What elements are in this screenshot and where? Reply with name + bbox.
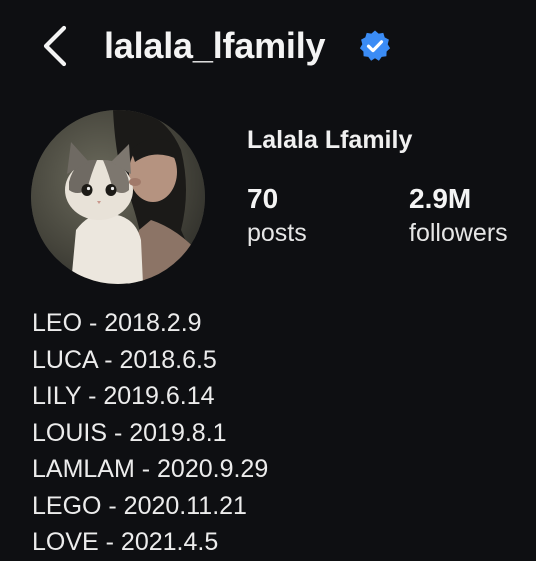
profile-avatar-photo xyxy=(31,110,205,284)
verified-badge-icon xyxy=(358,29,392,63)
username-title: lalala_lfamily xyxy=(104,25,326,66)
posts-label: posts xyxy=(247,219,307,247)
display-name: Lalala Lfamily xyxy=(247,126,413,154)
bio-line: LOVE - 2021.4.5 xyxy=(32,528,219,556)
bio: LEO - 2018.2.9 LUCA - 2018.6.5 LILY - 20… xyxy=(32,305,512,561)
bio-line: LEGO - 2020.11.21 xyxy=(32,491,247,520)
bio-line: LEO - 2018.2.9 xyxy=(32,309,202,337)
posts-stat[interactable]: 70 posts xyxy=(247,182,307,250)
chevron-left-icon xyxy=(43,25,67,67)
bio-line: LUCA - 2018.6.5 xyxy=(32,345,217,374)
profile-header: lalala_lfamily xyxy=(0,0,536,92)
posts-count: 70 xyxy=(247,183,279,214)
bio-line: LOUIS - 2019.8.1 xyxy=(32,418,227,447)
profile-avatar[interactable] xyxy=(31,110,205,284)
back-button[interactable] xyxy=(36,22,76,70)
followers-label: followers xyxy=(409,219,508,247)
bio-line: LAMLAM - 2020.9.29 xyxy=(32,455,269,483)
bio-line: LILY - 2019.6.14 xyxy=(32,382,215,410)
followers-count: 2.9M xyxy=(409,183,472,214)
followers-stat[interactable]: 2.9M followers xyxy=(409,182,508,250)
